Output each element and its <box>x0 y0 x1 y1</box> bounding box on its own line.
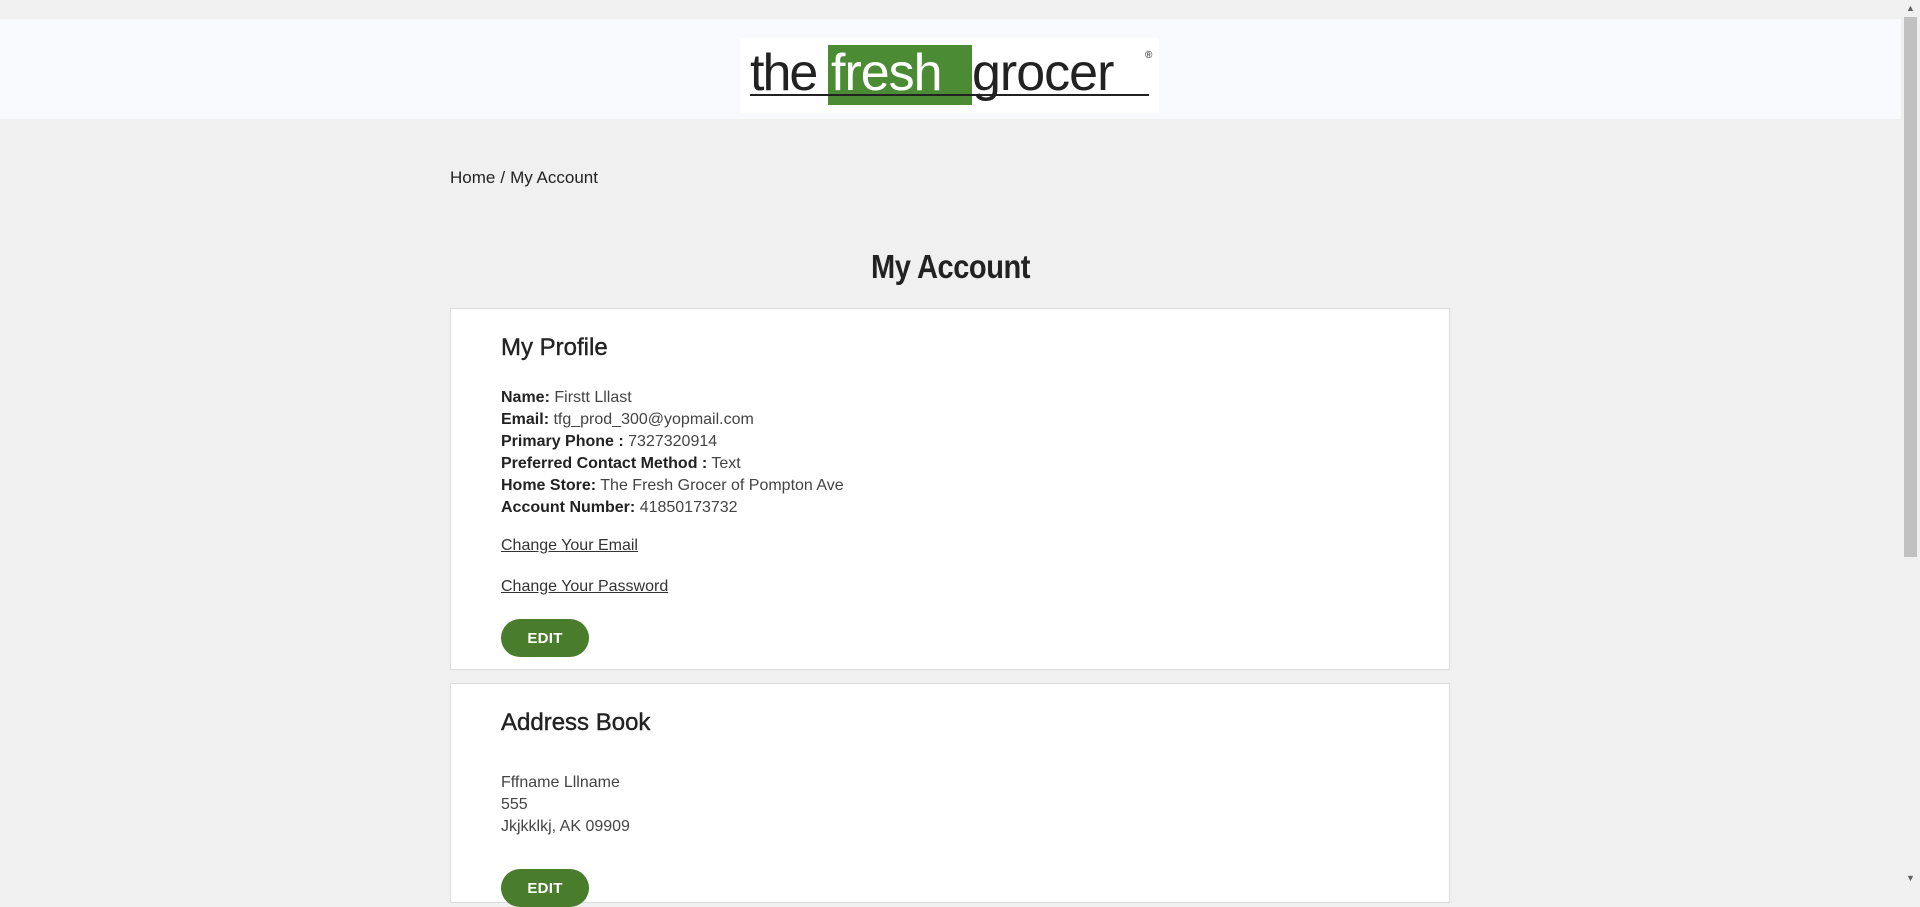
profile-card: My Profile Name: Firstt Lllast Email: tf… <box>450 308 1450 670</box>
profile-phone-row: Primary Phone : 7327320914 <box>501 431 844 453</box>
phone-label: Primary Phone : <box>501 433 624 450</box>
change-password-link[interactable]: Change Your Password <box>501 578 668 596</box>
address-book-card: Address Book Fffname Lllname 555 Jkjkklk… <box>450 683 1450 907</box>
the-fresh-grocer-logo[interactable]: the fresh grocer ® <box>740 38 1159 113</box>
email-label: Email: <box>501 411 550 428</box>
address-line1: 555 <box>501 796 528 813</box>
browser-top-strip <box>0 0 1901 19</box>
breadcrumb: Home / My Account <box>450 168 598 188</box>
phone-value: 7327320914 <box>628 433 718 450</box>
scroll-up-arrow-icon[interactable]: ▲ <box>1901 0 1920 17</box>
address-edit-button[interactable]: EDIT <box>501 869 589 907</box>
profile-name-row: Name: Firstt Lllast <box>501 387 844 409</box>
address-city-state-zip: Jkjkklkj, AK 09909 <box>501 818 630 835</box>
name-label: Name: <box>501 389 550 406</box>
address-entry: Fffname Lllname 555 Jkjkklkj, AK 09909 <box>501 772 630 838</box>
contact-method-label: Preferred Contact Method : <box>501 455 708 472</box>
address-name: Fffname Lllname <box>501 774 620 791</box>
scrollbar-thumb[interactable] <box>1904 17 1917 557</box>
account-number-value: 41850173732 <box>639 499 738 516</box>
svg-text:grocer: grocer <box>972 44 1114 102</box>
address-book-heading: Address Book <box>501 709 651 736</box>
home-store-value: The Fresh Grocer of Pompton Ave <box>600 477 844 494</box>
account-number-label: Account Number: <box>501 499 636 516</box>
profile-store-row: Home Store: The Fresh Grocer of Pompton … <box>501 475 844 497</box>
profile-account-row: Account Number: 41850173732 <box>501 497 844 519</box>
page-scrollbar[interactable]: ▲ ▼ <box>1901 0 1920 887</box>
profile-info: Name: Firstt Lllast Email: tfg_prod_300@… <box>501 387 844 519</box>
profile-email-row: Email: tfg_prod_300@yopmail.com <box>501 409 844 431</box>
svg-text:®: ® <box>1145 50 1153 61</box>
contact-method-value: Text <box>711 455 741 472</box>
breadcrumb-separator: / <box>500 168 506 187</box>
breadcrumb-current: My Account <box>510 168 598 187</box>
page-title: My Account <box>870 248 1031 285</box>
scroll-down-arrow-icon[interactable]: ▼ <box>1901 870 1920 887</box>
name-value: Firstt Lllast <box>554 389 632 406</box>
breadcrumb-home-link[interactable]: Home <box>450 168 495 187</box>
email-value: tfg_prod_300@yopmail.com <box>553 411 754 428</box>
home-store-label: Home Store: <box>501 477 597 494</box>
svg-text:the: the <box>750 44 816 102</box>
change-email-link[interactable]: Change Your Email <box>501 537 638 555</box>
profile-edit-button[interactable]: EDIT <box>501 619 589 657</box>
svg-text:fresh: fresh <box>831 44 942 102</box>
profile-heading: My Profile <box>501 334 608 361</box>
profile-contact-row: Preferred Contact Method : Text <box>501 453 844 475</box>
